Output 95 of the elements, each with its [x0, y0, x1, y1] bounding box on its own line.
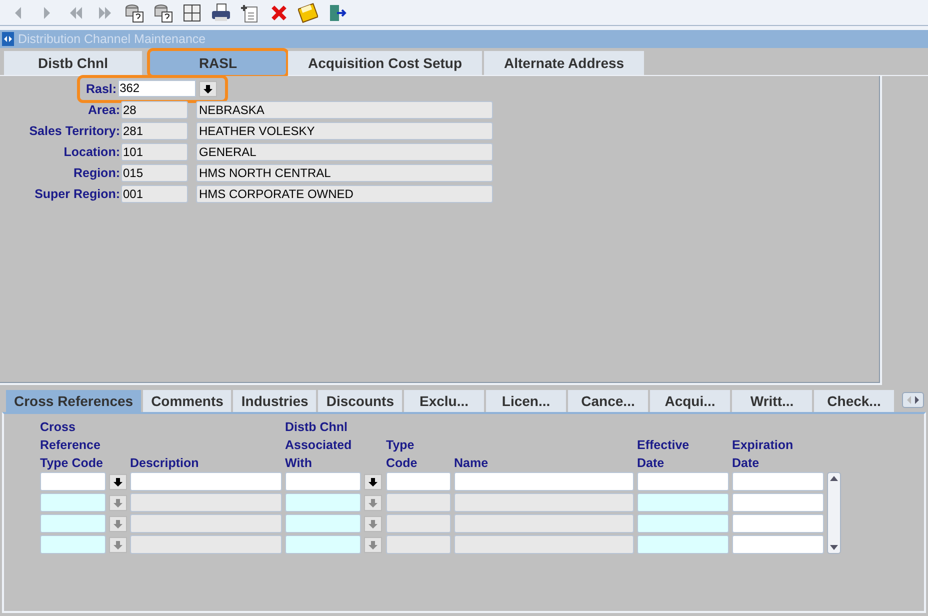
- grid-field[interactable]: [130, 472, 282, 491]
- tab[interactable]: Discounts: [318, 390, 402, 412]
- scroll-right-button[interactable]: [902, 392, 924, 408]
- name-field[interactable]: NEBRASKA: [196, 100, 493, 118]
- column-header: Cross Reference Type Code: [40, 419, 104, 472]
- name-field[interactable]: HMS CORPORATE OWNED: [196, 184, 493, 202]
- delete-icon: [268, 2, 288, 22]
- grid-field[interactable]: [40, 493, 106, 512]
- grid-field[interactable]: [40, 472, 106, 491]
- tab[interactable]: Licen...: [486, 390, 566, 412]
- column-header: Description: [130, 455, 200, 472]
- grid-field[interactable]: [386, 493, 451, 512]
- form-icon: [1, 31, 15, 47]
- new-document-icon: [240, 2, 260, 22]
- scroll-arrows-icon: [907, 396, 920, 404]
- grid-field[interactable]: [732, 472, 824, 491]
- down-arrow-icon: [113, 476, 123, 486]
- list-button[interactable]: [364, 474, 382, 490]
- down-arrow-icon: [368, 476, 378, 486]
- column-header: Expiration Date: [732, 437, 794, 472]
- code-field[interactable]: 015: [121, 164, 188, 182]
- tab[interactable]: Exclu...: [404, 390, 484, 412]
- grid-field[interactable]: [40, 535, 106, 554]
- name-field[interactable]: GENERAL: [196, 142, 493, 160]
- down-arrow-icon: [368, 498, 378, 508]
- name-field[interactable]: HEATHER VOLESKY: [196, 122, 493, 140]
- printer-icon: [210, 2, 230, 22]
- grid-field[interactable]: [386, 472, 451, 491]
- grid-field[interactable]: [454, 514, 634, 533]
- grid-field[interactable]: [732, 493, 824, 512]
- field-label: Super Region:: [34, 186, 121, 202]
- down-arrow-icon: [113, 540, 123, 550]
- down-arrow-icon: [368, 518, 378, 528]
- grid-field[interactable]: [637, 472, 729, 491]
- down-arrow-icon: [202, 84, 213, 94]
- tab[interactable]: Acquisition Cost Setup: [288, 51, 482, 75]
- grid-field[interactable]: [285, 472, 361, 491]
- column-header: Type Code: [386, 437, 418, 472]
- tab[interactable]: Cross References: [6, 390, 142, 412]
- grid-field[interactable]: [40, 514, 106, 533]
- tab[interactable]: Comments: [143, 390, 232, 412]
- grid-field[interactable]: [637, 493, 729, 512]
- code-field[interactable]: 001: [121, 184, 188, 202]
- code-field[interactable]: 28: [121, 100, 188, 118]
- right-arrow-icon: [44, 6, 50, 18]
- grid-field[interactable]: [454, 493, 634, 512]
- tab[interactable]: Acqui...: [650, 390, 730, 412]
- field-label: Sales Territory:: [28, 122, 121, 140]
- tab[interactable]: Distb Chnl: [4, 51, 142, 75]
- database-query-icon: [124, 2, 144, 22]
- down-arrow-icon: [113, 498, 123, 508]
- left-arrow-icon: [14, 6, 20, 18]
- field-label: Region:: [72, 164, 121, 182]
- tab[interactable]: Writt...: [732, 390, 812, 412]
- field-label: Rasl:: [86, 80, 117, 98]
- grid-field[interactable]: [637, 535, 729, 554]
- vertical-scrollbar[interactable]: [827, 472, 841, 554]
- code-field[interactable]: 281: [121, 122, 188, 140]
- tab[interactable]: Industries: [233, 390, 316, 412]
- field-label: Location:: [62, 144, 121, 160]
- document-grid-icon: [182, 2, 202, 22]
- tab[interactable]: RASL: [150, 51, 286, 75]
- grid-field[interactable]: [386, 535, 451, 554]
- grid-field[interactable]: [285, 514, 361, 533]
- rasl-field[interactable]: 362: [118, 80, 196, 97]
- column-header: Name: [454, 455, 490, 472]
- up-arrow-icon: [830, 476, 838, 481]
- grid-field[interactable]: [130, 535, 282, 554]
- grid-field[interactable]: [130, 493, 282, 512]
- field-label: Area:: [87, 102, 121, 118]
- grid-field[interactable]: [637, 514, 729, 533]
- grid-field[interactable]: [285, 493, 361, 512]
- grid-field[interactable]: [732, 535, 824, 554]
- grid-field[interactable]: [732, 514, 824, 533]
- double-right-arrow-icon: [98, 6, 110, 18]
- grid-field[interactable]: [386, 514, 451, 533]
- code-field[interactable]: 101: [121, 142, 188, 160]
- double-left-arrow-icon: [70, 6, 82, 18]
- column-header: Distb Chnl Associated With: [285, 419, 353, 472]
- tab[interactable]: Check...: [814, 390, 894, 412]
- name-field[interactable]: HMS NORTH CENTRAL: [196, 164, 493, 182]
- column-header: Effective Date: [637, 437, 690, 472]
- grid-field[interactable]: [454, 535, 634, 554]
- grid-field[interactable]: [285, 535, 361, 554]
- grid-field[interactable]: [130, 514, 282, 533]
- list-button[interactable]: [198, 80, 217, 96]
- down-arrow-icon: [113, 518, 123, 528]
- list-button[interactable]: [109, 474, 127, 490]
- tab[interactable]: Cance...: [568, 390, 648, 412]
- tab[interactable]: Alternate Address: [484, 51, 644, 75]
- window-title: Distribution Channel Maintenance: [18, 30, 206, 48]
- down-arrow-icon: [830, 545, 838, 550]
- database-query-icon: [152, 2, 172, 22]
- grid-field[interactable]: [454, 472, 634, 491]
- down-arrow-icon: [368, 540, 378, 550]
